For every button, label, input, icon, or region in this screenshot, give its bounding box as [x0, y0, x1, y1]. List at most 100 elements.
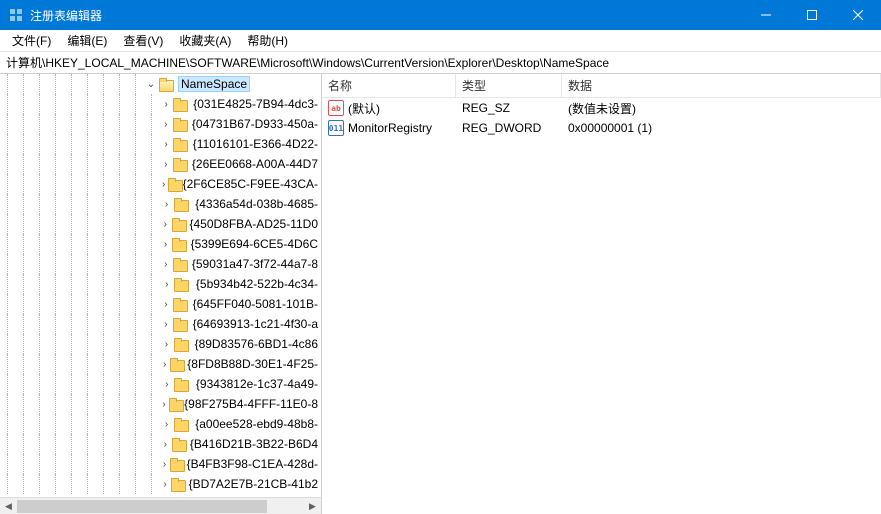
- tree-label: {031E4825-7B94-4dc3-: [190, 96, 321, 112]
- maximize-button[interactable]: [789, 0, 835, 30]
- folder-icon: [172, 296, 186, 312]
- tree-label: {11016101-E366-4D22-: [190, 136, 321, 152]
- tree-item[interactable]: › {9343812e-1c37-4a49-: [0, 374, 321, 394]
- scroll-left-button[interactable]: ◀: [0, 498, 17, 514]
- header-type[interactable]: 类型: [456, 74, 562, 97]
- expand-toggle[interactable]: ›: [160, 119, 172, 130]
- folder-icon: [171, 216, 183, 232]
- expand-toggle[interactable]: ›: [160, 239, 171, 250]
- tree-item[interactable]: › {98F275B4-4FFF-11E0-8: [0, 394, 321, 414]
- tree-item[interactable]: ›{450D8FBA-AD25-11D0: [0, 214, 321, 234]
- expand-toggle[interactable]: ›: [160, 299, 172, 310]
- tree-label: {26EE0668-A00A-44D7: [189, 156, 321, 172]
- expand-toggle[interactable]: ⌄: [144, 79, 158, 90]
- scroll-track[interactable]: [17, 498, 304, 514]
- value-name-cell: ab(默认): [322, 100, 456, 117]
- folder-icon: [173, 276, 188, 292]
- folder-icon: [169, 456, 179, 472]
- expand-toggle[interactable]: ›: [160, 359, 169, 370]
- expand-toggle[interactable]: ›: [160, 219, 171, 230]
- tree-label: {5399E694-6CE5-4D6C: [188, 236, 321, 252]
- tree-item[interactable]: ›{4336a54d-038b-4685-: [0, 194, 321, 214]
- expand-toggle[interactable]: ›: [160, 319, 172, 330]
- expand-toggle[interactable]: ›: [160, 339, 173, 350]
- path-text: 计算机\HKEY_LOCAL_MACHINE\SOFTWARE\Microsof…: [6, 54, 609, 71]
- value-row[interactable]: 011MonitorRegistryREG_DWORD0x00000001 (1…: [322, 118, 881, 138]
- list-body[interactable]: ab(默认)REG_SZ(数值未设置) 011 MonitorRegistry REG…: [322, 98, 881, 514]
- value-name: MonitorRegistry: [348, 121, 432, 135]
- menu-edit[interactable]: 编辑(E): [59, 30, 115, 51]
- tree-item[interactable]: › {26EE0668-A00A-44D7: [0, 154, 321, 174]
- menu-bar: 文件(F) 编辑(E) 查看(V) 收藏夹(A) 帮助(H): [0, 30, 881, 52]
- value-type: REG_SZ: [456, 101, 562, 115]
- expand-toggle[interactable]: ›: [160, 379, 173, 390]
- folder-icon: [173, 336, 188, 352]
- tree-label: {98F275B4-4FFF-11E0-8: [181, 396, 321, 412]
- tree-label: {9343812e-1c37-4a49-: [193, 376, 321, 392]
- tree-item[interactable]: › {B4FB3F98-C1EA-428d-: [0, 454, 321, 474]
- app-icon: [8, 7, 24, 23]
- expand-toggle[interactable]: ›: [160, 399, 168, 410]
- tree-item[interactable]: › {B416D21B-3B22-B6D4: [0, 434, 321, 454]
- tree-label: {59031a47-3f72-44a7-8: [189, 256, 321, 272]
- tree-label: {a00ee528-ebd9-48b8-: [192, 416, 321, 432]
- string-value-icon: ab: [328, 100, 344, 116]
- tree-item[interactable]: ›{04731B67-D933-450a-: [0, 114, 321, 134]
- expand-toggle[interactable]: ›: [160, 199, 173, 210]
- tree-item[interactable]: › {2F6CE85C-F9EE-43CA-: [0, 174, 321, 194]
- folder-icon: [172, 316, 186, 332]
- tree-item[interactable]: › {5399E694-6CE5-4D6C: [0, 234, 321, 254]
- tree-item[interactable]: › {11016101-E366-4D22-: [0, 134, 321, 154]
- value-data: 0x00000001 (1): [562, 121, 881, 135]
- folder-icon: [173, 416, 188, 432]
- tree-label: {2F6CE85C-F9EE-43CA-: [180, 176, 321, 192]
- tree-item[interactable]: ›{64693913-1c21-4f30-a: [0, 314, 321, 334]
- close-button[interactable]: [835, 0, 881, 30]
- scroll-thumb[interactable]: [17, 500, 267, 513]
- header-data[interactable]: 数据: [562, 74, 881, 97]
- menu-favorites[interactable]: 收藏夹(A): [171, 30, 239, 51]
- tree-label: {B416D21B-3B22-B6D4: [187, 436, 321, 452]
- tree-body[interactable]: ⌄ NameSpace › {031E4825-7B94-4dc3- ›{04731B6…: [0, 74, 321, 497]
- expand-toggle[interactable]: ›: [160, 459, 169, 470]
- expand-toggle[interactable]: ›: [160, 279, 173, 290]
- folder-icon: [173, 196, 188, 212]
- horizontal-scrollbar[interactable]: ◀ ▶: [0, 497, 321, 514]
- tree-label: {89D83576-6BD1-4c86: [192, 336, 321, 352]
- tree-item[interactable]: › {645FF040-5081-101B-: [0, 294, 321, 314]
- value-row[interactable]: ab(默认)REG_SZ(数值未设置): [322, 98, 881, 118]
- tree-item-namespace[interactable]: ⌄ NameSpace: [0, 74, 321, 94]
- menu-file[interactable]: 文件(F): [4, 30, 59, 51]
- expand-toggle[interactable]: ›: [160, 419, 173, 430]
- expand-toggle[interactable]: ›: [160, 139, 172, 150]
- tree-item[interactable]: ›{5b934b42-522b-4c34-: [0, 274, 321, 294]
- window-title: 注册表编辑器: [30, 7, 743, 24]
- tree-item[interactable]: › {89D83576-6BD1-4c86: [0, 334, 321, 354]
- expand-toggle[interactable]: ›: [160, 479, 170, 490]
- menu-view[interactable]: 查看(V): [115, 30, 171, 51]
- tree-item[interactable]: ›{8FD8B88D-30E1-4F25-: [0, 354, 321, 374]
- title-bar: 注册表编辑器: [0, 0, 881, 30]
- address-bar[interactable]: 计算机\HKEY_LOCAL_MACHINE\SOFTWARE\Microsof…: [0, 52, 881, 74]
- content-area: ⌄ NameSpace › {031E4825-7B94-4dc3- ›{04731B6…: [0, 74, 881, 514]
- value-name-cell: 011 MonitorRegistry: [322, 120, 456, 136]
- expand-toggle[interactable]: ›: [160, 99, 172, 110]
- folder-icon: [172, 156, 185, 172]
- minimize-button[interactable]: [743, 0, 789, 30]
- dword-value-icon: 011: [328, 120, 344, 136]
- tree-label: {B4FB3F98-C1EA-428d-: [184, 456, 321, 472]
- menu-help[interactable]: 帮助(H): [239, 30, 296, 51]
- tree-item[interactable]: › {59031a47-3f72-44a7-8: [0, 254, 321, 274]
- expand-toggle[interactable]: ›: [160, 159, 172, 170]
- header-name[interactable]: 名称: [322, 74, 456, 97]
- tree-item[interactable]: › {a00ee528-ebd9-48b8-: [0, 414, 321, 434]
- scroll-right-button[interactable]: ▶: [304, 498, 321, 514]
- folder-icon: [171, 236, 184, 252]
- tree-label: {645FF040-5081-101B-: [190, 296, 321, 312]
- tree-item[interactable]: ›{BD7A2E7B-21CB-41b2: [0, 474, 321, 494]
- tree-label: NameSpace: [178, 76, 250, 92]
- tree-item[interactable]: › {031E4825-7B94-4dc3-: [0, 94, 321, 114]
- expand-toggle[interactable]: ›: [160, 439, 171, 450]
- expand-toggle[interactable]: ›: [160, 259, 172, 270]
- expand-toggle[interactable]: ›: [160, 179, 167, 190]
